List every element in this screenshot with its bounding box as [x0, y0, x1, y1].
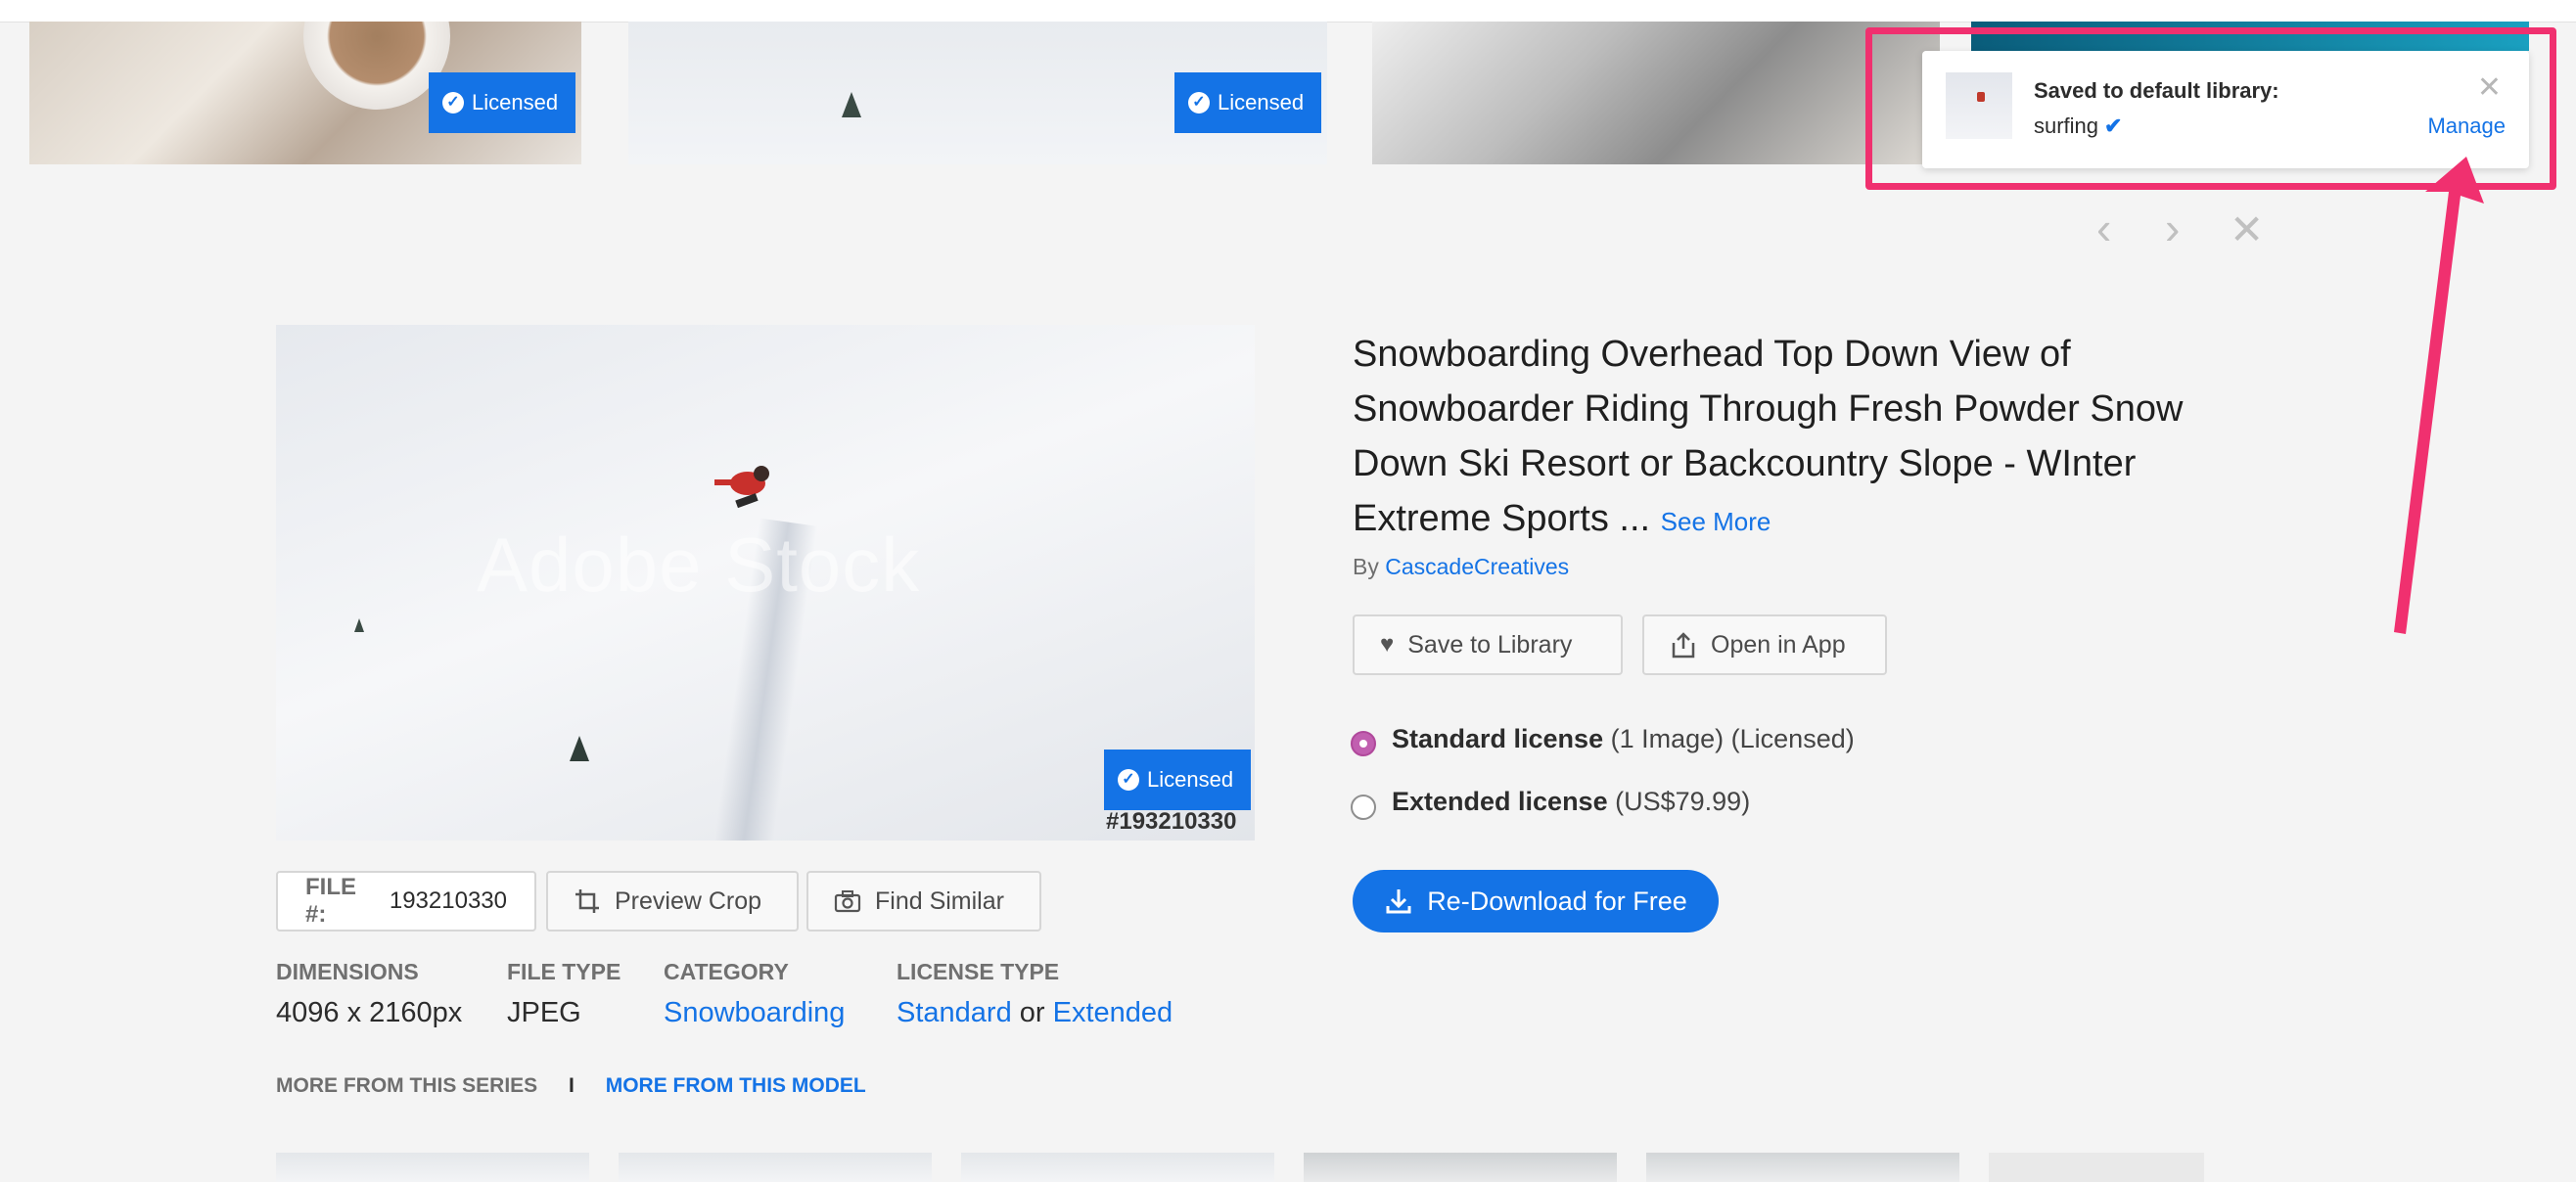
close-icon[interactable]: ✕ — [2230, 205, 2264, 253]
series-links: MORE FROM THIS SERIES I MORE FROM THIS M… — [276, 1074, 866, 1097]
chevron-right-icon[interactable]: › — [2165, 202, 2180, 254]
preview-crop-button[interactable]: Preview Crop — [546, 871, 799, 932]
licensed-badge: ✓ Licensed — [1174, 72, 1322, 133]
licensed-badge: ✓ Licensed — [1104, 750, 1252, 810]
author-link[interactable]: CascadeCreatives — [1385, 554, 1569, 579]
share-icon — [1672, 632, 1695, 659]
check-icon: ✓ — [442, 92, 464, 114]
check-icon: ✓ — [1188, 92, 1210, 114]
dimensions-meta: DIMENSIONS 4096 x 2160px — [276, 959, 463, 1028]
camera-icon — [834, 890, 861, 913]
extended-license-radio[interactable] — [1351, 795, 1376, 820]
tree-image — [570, 736, 589, 761]
extended-license-link[interactable]: Extended — [1053, 997, 1173, 1028]
thumbnail-coffee[interactable]: ✓ Licensed — [29, 22, 581, 164]
open-in-app-button[interactable]: Open in App — [1642, 614, 1887, 675]
file-id-overlay: #193210330 — [1106, 808, 1237, 835]
asset-title: Snowboarding Overhead Top Down View of S… — [1353, 334, 2184, 539]
find-similar-button[interactable]: Find Similar — [806, 871, 1041, 932]
asset-preview-image[interactable]: Adobe Stock ✓ Licensed — [276, 325, 1255, 841]
standard-license-link[interactable]: Standard — [897, 997, 1012, 1028]
extended-license-label[interactable]: Extended license (US$79.99) — [1392, 787, 1750, 817]
licensed-badge: ✓ Licensed — [429, 72, 576, 133]
check-icon: ✓ — [1118, 769, 1139, 791]
license-type-meta: LICENSE TYPE Standard or Extended — [897, 959, 1173, 1028]
crop-icon — [575, 889, 599, 913]
heart-icon: ♥ — [1380, 631, 1395, 658]
download-icon — [1386, 889, 1411, 914]
chevron-left-icon[interactable]: ‹ — [2096, 202, 2111, 254]
standard-license-radio[interactable] — [1351, 731, 1376, 756]
author-byline: By CascadeCreatives — [1353, 554, 1570, 579]
more-from-series-tab[interactable]: MORE FROM THIS SERIES — [276, 1074, 537, 1097]
see-more-link[interactable]: See More — [1661, 507, 1771, 536]
watermark: Adobe Stock — [477, 522, 921, 608]
tree-image — [354, 618, 364, 632]
category-meta: CATEGORY Snowboarding — [664, 959, 846, 1028]
save-to-library-button[interactable]: ♥ Save to Library — [1353, 614, 1623, 675]
thumbnail-snow[interactable]: ✓ Licensed — [628, 22, 1327, 164]
redownload-button[interactable]: Re-Download for Free — [1353, 870, 1719, 932]
annotation-highlight-box — [1865, 27, 2556, 190]
top-bar — [0, 0, 2576, 23]
standard-license-label[interactable]: Standard license (1 Image) (Licensed) — [1392, 724, 1855, 754]
filetype-meta: FILE TYPE JPEG — [507, 959, 621, 1028]
category-link[interactable]: Snowboarding — [664, 997, 845, 1028]
more-from-model-tab[interactable]: MORE FROM THIS MODEL — [606, 1074, 866, 1097]
file-number-box: FILE #: 193210330 — [276, 871, 536, 932]
thumbnail-knit[interactable] — [1372, 22, 1940, 164]
snowboarder-figure — [714, 466, 769, 509]
tree-image — [842, 92, 861, 117]
